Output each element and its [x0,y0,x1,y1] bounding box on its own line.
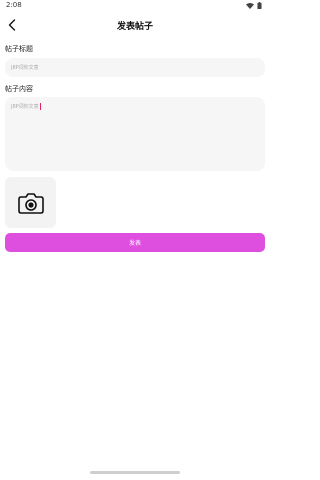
home-indicator[interactable] [90,471,180,474]
page-title: 发表帖子 [116,22,153,32]
status-icons [246,2,262,9]
post-content-label: 帖子内容 [5,85,33,93]
status-time: 2:08 [6,1,22,9]
status-bar: 2:08 [0,0,270,11]
post-title-label: 帖子标题 [5,45,33,53]
battery-icon [257,2,262,9]
camera-icon [17,192,44,214]
add-photo-button[interactable] [5,177,56,228]
wifi-icon [246,2,254,9]
post-content-input[interactable]: J8P词你文意 [5,97,265,171]
content-placeholder-text: J8P词你文意 [11,104,39,110]
text-caret [39,103,41,110]
post-title-input[interactable] [5,58,265,77]
submit-button[interactable]: 发表 [5,233,265,252]
content-placeholder: J8P词你文意 [11,103,41,110]
nav-bar: 发表帖子 [0,13,270,37]
